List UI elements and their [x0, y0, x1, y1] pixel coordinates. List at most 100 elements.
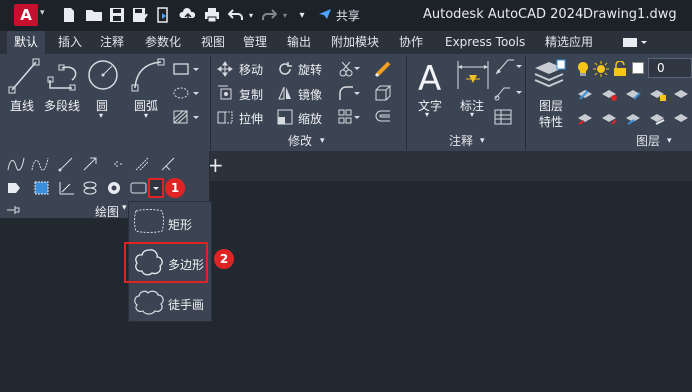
array-icon[interactable]: [338, 109, 360, 128]
erase-icon[interactable]: [374, 60, 392, 81]
layer-properties-label-1[interactable]: 图层: [539, 97, 563, 114]
draw-panel-title[interactable]: 绘图: [95, 203, 119, 220]
cloud-upload-icon[interactable]: [178, 6, 198, 24]
tab-express-tools[interactable]: Express Tools: [445, 31, 525, 54]
arc-icon[interactable]: [131, 58, 165, 95]
gradient-small-icon[interactable]: [172, 110, 200, 127]
ribbon-minimize-toggle[interactable]: [620, 37, 648, 48]
fillet-icon[interactable]: [338, 85, 360, 104]
ribbon-tab-bar: 默认 插入 注释 参数化 视图 管理 输出 附加模块 协作 Express To…: [0, 31, 692, 54]
rectangle-dropdown-button[interactable]: [148, 178, 164, 198]
share-button[interactable]: 共享: [318, 7, 360, 24]
move-label[interactable]: 移动: [239, 61, 263, 78]
annotation-panel-expand-icon[interactable]: ▾: [480, 132, 485, 150]
open-folder-icon[interactable]: [84, 6, 104, 24]
rectangle-small-icon[interactable]: [172, 62, 200, 79]
polyline-button-label[interactable]: 多段线: [44, 97, 80, 114]
polyline-icon[interactable]: [46, 60, 82, 97]
layers-panel-title[interactable]: 图层: [636, 132, 660, 150]
callout-1: 1: [165, 178, 185, 198]
copy-icon[interactable]: [217, 85, 233, 104]
layer-unlock-icon[interactable]: [613, 60, 627, 80]
draw-extra-row-1[interactable]: [6, 156, 182, 175]
leader-icon[interactable]: [494, 58, 522, 79]
circle-dropdown-icon[interactable]: ▾: [99, 111, 103, 120]
app-title: Autodesk AutoCAD 2024: [423, 7, 584, 22]
stretch-icon[interactable]: [217, 109, 233, 128]
line-button-label[interactable]: 直线: [10, 97, 34, 114]
scale-icon[interactable]: [277, 109, 293, 128]
save-as-icon[interactable]: [131, 6, 149, 24]
arc-dropdown-icon[interactable]: ▾: [144, 111, 148, 120]
tab-addins[interactable]: 附加模块: [331, 31, 379, 54]
layer-tools-row-2[interactable]: [576, 110, 692, 129]
new-file-icon[interactable]: [60, 6, 78, 24]
tab-collaborate[interactable]: 协作: [399, 31, 423, 54]
layer-on-icon[interactable]: [576, 61, 590, 80]
circle-icon[interactable]: [86, 58, 120, 95]
tab-view[interactable]: 视图: [201, 31, 225, 54]
layer-color-swatch[interactable]: [632, 62, 644, 77]
layers-panel-expand-icon[interactable]: ▾: [667, 132, 672, 150]
layer-properties-icon[interactable]: [533, 58, 567, 97]
tab-annotate[interactable]: 注释: [100, 31, 124, 54]
layer-properties-label-2[interactable]: 特性: [539, 113, 563, 130]
freehand-cloud-icon: [134, 290, 164, 315]
save-icon[interactable]: [108, 6, 126, 24]
dimension-dropdown-icon[interactable]: ▾: [470, 110, 474, 119]
draw-extra-row-2[interactable]: [6, 180, 136, 199]
title-bar: A ▾ ▾ ▾ ▾ 共享 Autodesk AutoCAD 2024 Drawi…: [0, 0, 692, 31]
application-menu-caret-icon[interactable]: ▾: [40, 8, 45, 18]
web-save-icon[interactable]: [155, 6, 171, 24]
autocad-logo[interactable]: A: [14, 4, 38, 26]
move-icon[interactable]: [217, 61, 233, 80]
modify-panel-expand-icon[interactable]: ▾: [320, 132, 325, 150]
current-layer-name-display: 0: [657, 61, 665, 75]
tab-insert[interactable]: 插入: [58, 31, 82, 54]
tab-featured-apps[interactable]: 精选应用: [545, 31, 593, 54]
offset-icon[interactable]: [374, 109, 392, 128]
text-dropdown-icon[interactable]: ▾: [425, 110, 429, 119]
undo-dropdown-icon[interactable]: ▾: [246, 6, 256, 24]
rotate-icon[interactable]: [277, 61, 293, 80]
mirror-label[interactable]: 镜像: [298, 86, 322, 103]
rectangle-split-icon[interactable]: [130, 180, 148, 199]
svg-text:A: A: [418, 59, 441, 94]
customize-quick-access-icon[interactable]: ▾: [296, 6, 308, 24]
stretch-label[interactable]: 拉伸: [239, 110, 263, 127]
layer-dropdown[interactable]: [648, 58, 692, 78]
polygon-highlight-box: [124, 242, 208, 283]
share-icon: [319, 9, 331, 19]
dimension-icon[interactable]: [456, 59, 490, 94]
annotation-panel-title[interactable]: 注释: [449, 132, 473, 150]
copy-label[interactable]: 复制: [239, 86, 263, 103]
text-icon[interactable]: A: [416, 58, 444, 99]
scale-label[interactable]: 缩放: [298, 110, 322, 127]
undo-icon[interactable]: [227, 6, 245, 24]
3d-box-icon[interactable]: [374, 85, 392, 104]
tab-default[interactable]: 默认: [7, 31, 46, 54]
text-button-label[interactable]: 文字: [418, 97, 442, 114]
tab-parametric[interactable]: 参数化: [145, 31, 181, 54]
redo-dropdown-icon[interactable]: ▾: [280, 6, 290, 24]
line-icon[interactable]: [8, 58, 40, 97]
tab-output[interactable]: 输出: [287, 31, 311, 54]
layer-tools-row-1[interactable]: [576, 86, 692, 105]
modify-panel-title[interactable]: 修改: [288, 132, 312, 150]
tab-manage[interactable]: 管理: [243, 31, 267, 54]
dropdown-item-rectangle[interactable]: 矩形: [129, 205, 213, 241]
rotate-label[interactable]: 旋转: [298, 61, 322, 78]
trim-icon[interactable]: [338, 60, 360, 81]
file-title: Drawing1.dwg: [583, 7, 677, 22]
table-icon[interactable]: [494, 108, 512, 129]
layer-thaw-icon[interactable]: [593, 61, 609, 80]
dropdown-item-freehand[interactable]: 徒手画: [129, 284, 213, 320]
redo-icon[interactable]: [260, 6, 278, 24]
hatch-small-icon[interactable]: [172, 86, 200, 103]
print-icon[interactable]: [203, 6, 221, 24]
pin-panel-icon[interactable]: [6, 204, 20, 218]
share-label: 共享: [335, 9, 360, 23]
mirror-icon[interactable]: [277, 85, 293, 104]
draw-panel-expand-icon[interactable]: ▾: [122, 203, 127, 213]
leader-multiline-icon[interactable]: [494, 84, 522, 105]
